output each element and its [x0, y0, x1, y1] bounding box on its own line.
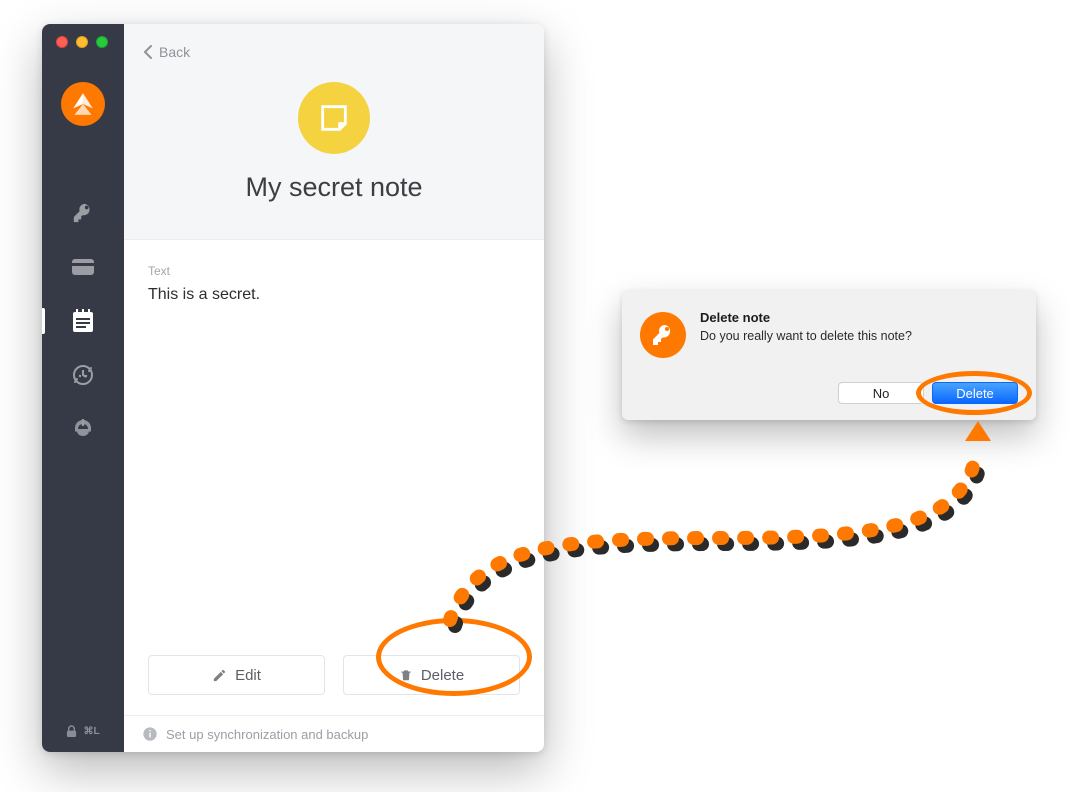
note-header: Back My secret note [124, 24, 544, 240]
info-icon [142, 726, 158, 742]
footer-text: Set up synchronization and backup [166, 727, 368, 742]
notepad-icon [72, 309, 94, 333]
action-buttons: Edit Delete [148, 655, 520, 705]
dialog-delete-button[interactable]: Delete [932, 382, 1018, 404]
footer-banner[interactable]: Set up synchronization and backup [124, 715, 544, 752]
confirm-delete-dialog: Delete note Do you really want to delete… [622, 290, 1036, 420]
brand-icon [70, 91, 96, 117]
lock-shortcut-label: ⌘L [83, 726, 99, 737]
sidebar-item-passwords[interactable] [42, 186, 124, 240]
dialog-title: Delete note [700, 310, 912, 325]
dialog-delete-label: Delete [956, 386, 994, 401]
sidebar-item-notes[interactable] [42, 294, 124, 348]
key-icon [651, 323, 675, 347]
back-button[interactable]: Back [144, 44, 190, 60]
note-category-icon [298, 82, 370, 154]
dialog-no-label: No [873, 386, 890, 401]
sync-icon [71, 363, 95, 387]
lock-shortcut[interactable]: ⌘L [66, 725, 99, 738]
helmet-icon [71, 417, 95, 441]
window-controls [56, 36, 108, 48]
zoom-window-button[interactable] [96, 36, 108, 48]
delete-button[interactable]: Delete [343, 655, 520, 695]
app-window: ⌘L Back My secret note Text This is a se… [42, 24, 544, 752]
sidebar-item-security[interactable] [42, 402, 124, 456]
edit-label: Edit [235, 667, 261, 684]
text-field-label: Text [148, 264, 520, 278]
main-panel: Back My secret note Text This is a secre… [124, 24, 544, 752]
note-body: Text This is a secret. Edit Delete [124, 240, 544, 715]
delete-label: Delete [421, 667, 464, 684]
chevron-left-icon [144, 45, 153, 59]
sidebar-item-generator[interactable] [42, 348, 124, 402]
lock-icon [66, 725, 77, 738]
pencil-icon [212, 668, 227, 683]
dialog-message: Do you really want to delete this note? [700, 329, 912, 343]
note-title: My secret note [144, 172, 524, 203]
sticky-note-icon [317, 101, 351, 135]
dialog-app-icon [640, 312, 686, 358]
text-field-value: This is a secret. [148, 286, 520, 304]
key-icon [72, 202, 94, 224]
annotation-arrowhead [965, 421, 991, 441]
minimize-window-button[interactable] [76, 36, 88, 48]
trash-icon [399, 667, 413, 683]
brand-logo[interactable] [61, 82, 105, 126]
close-window-button[interactable] [56, 36, 68, 48]
back-label: Back [159, 44, 190, 60]
edit-button[interactable]: Edit [148, 655, 325, 695]
sidebar: ⌘L [42, 24, 124, 752]
dialog-no-button[interactable]: No [838, 382, 924, 404]
card-icon [72, 259, 94, 275]
sidebar-item-cards[interactable] [42, 240, 124, 294]
